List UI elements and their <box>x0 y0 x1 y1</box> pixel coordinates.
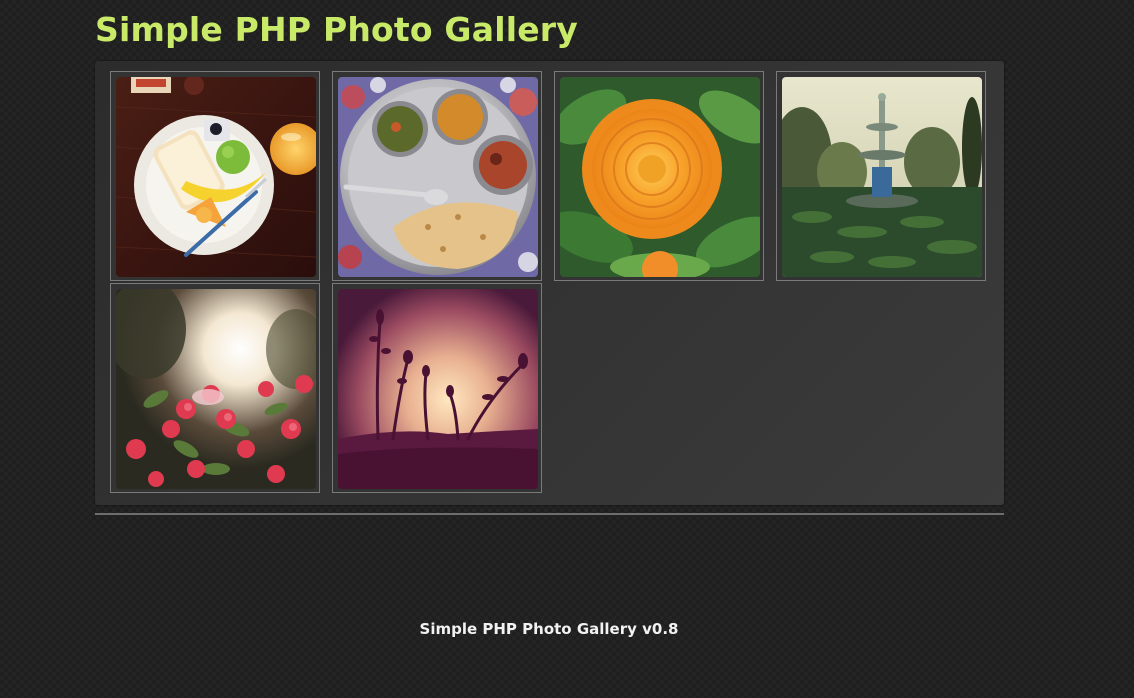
red-flowers-sunset-photo[interactable] <box>116 289 316 489</box>
thumbnail-link-6[interactable] <box>332 283 542 493</box>
thumbnail-link-5[interactable] <box>110 283 320 493</box>
thumbnail-link-4[interactable] <box>776 71 986 281</box>
footer-text[interactable]: Simple PHP Photo Gallery v0.8 <box>0 619 1098 639</box>
plant-silhouette-sunset-photo[interactable] <box>338 289 538 489</box>
orange-flower-photo[interactable] <box>560 77 760 277</box>
breakfast-plate-photo[interactable] <box>116 77 316 277</box>
thumbnail-link-2[interactable] <box>332 71 542 281</box>
thumbnail-link-3[interactable] <box>554 71 764 281</box>
thali-meal-photo[interactable] <box>338 77 538 277</box>
page-title[interactable]: Simple PHP Photo Gallery <box>95 8 578 52</box>
gallery-panel <box>95 61 1004 505</box>
divider <box>95 513 1004 515</box>
thumbnail-link-1[interactable] <box>110 71 320 281</box>
garden-fountain-photo[interactable] <box>782 77 982 277</box>
